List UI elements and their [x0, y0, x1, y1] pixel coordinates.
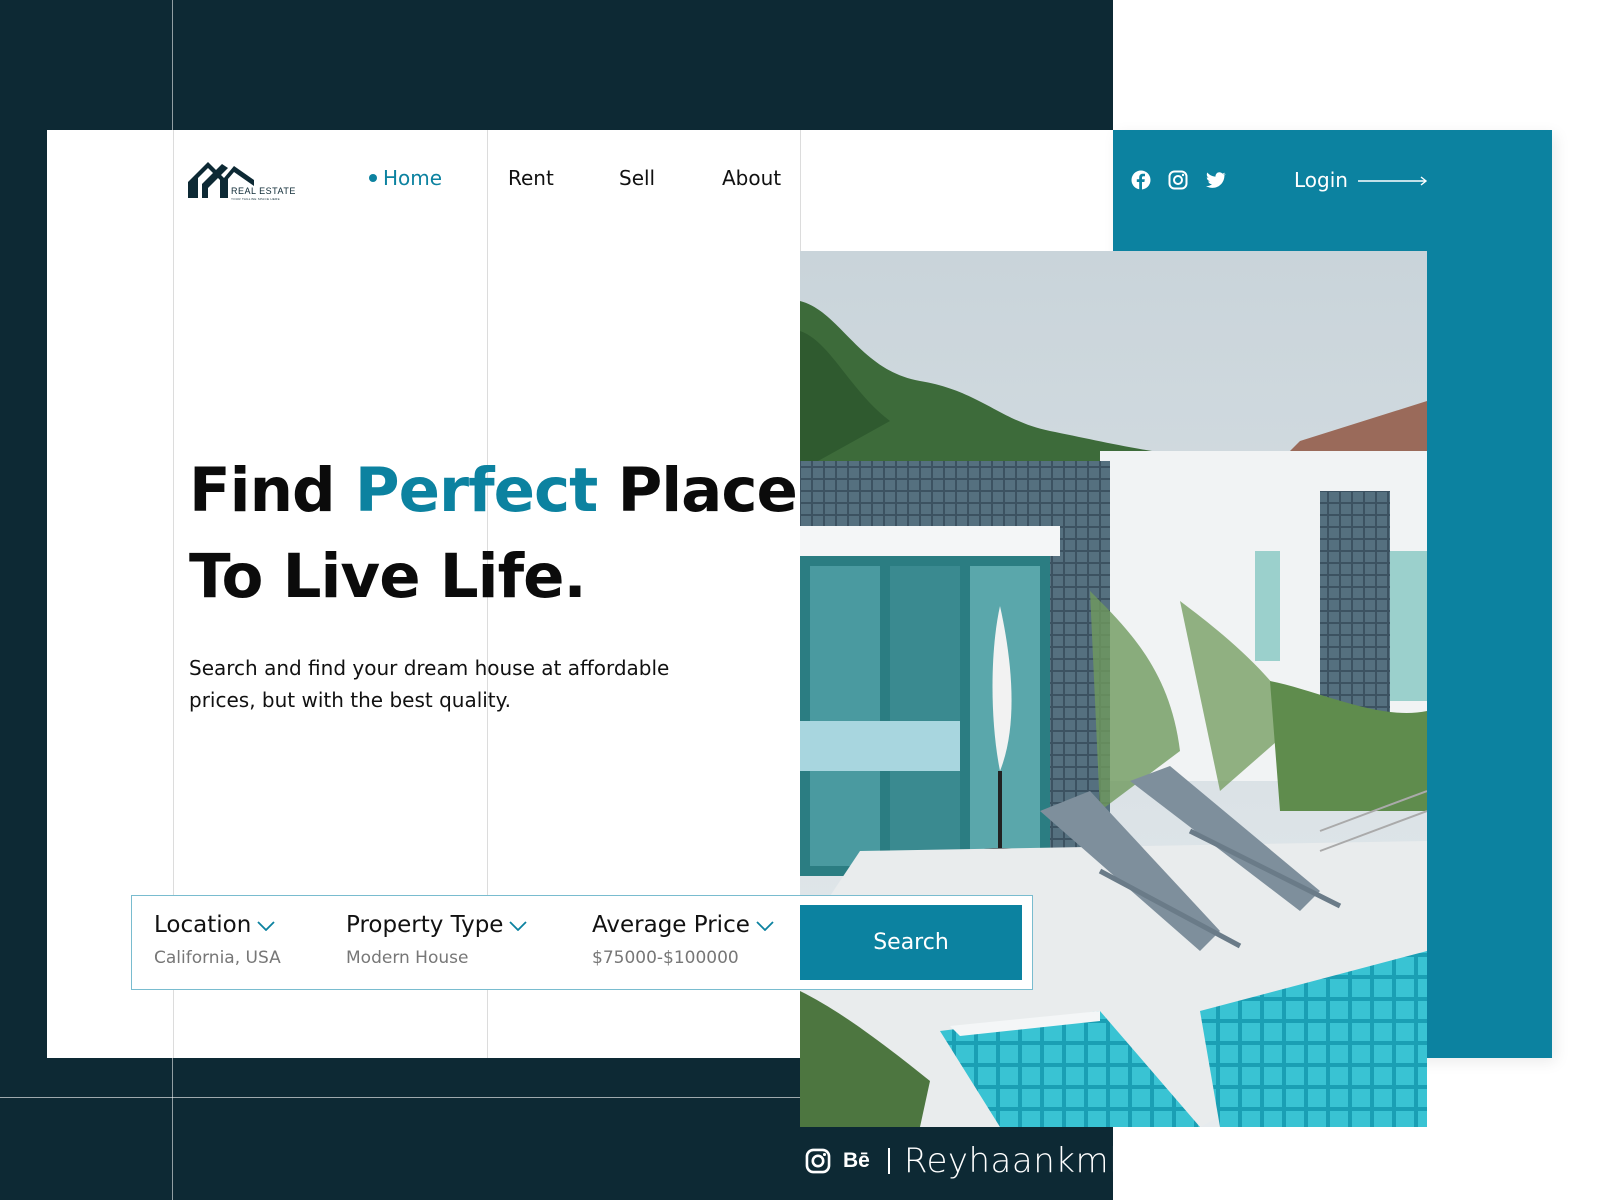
- instagram-icon[interactable]: [805, 1148, 831, 1174]
- nav-home[interactable]: Home: [369, 166, 442, 190]
- nav-about[interactable]: About: [722, 166, 781, 190]
- hero-title: Find Perfect Place To Live Life.: [189, 448, 798, 620]
- chevron-down-icon: [509, 920, 528, 931]
- property-type-dropdown[interactable]: Property Type Modern House: [346, 912, 528, 968]
- average-price-label: Average Price: [592, 912, 750, 938]
- nav-rent[interactable]: Rent: [508, 166, 554, 190]
- villa-pool-image: [800, 251, 1427, 1127]
- nav-home-label: Home: [383, 166, 443, 190]
- location-label: Location: [154, 912, 252, 938]
- average-price-value: $75000-$100000: [592, 948, 739, 968]
- hero-title-accent: Perfect: [354, 455, 598, 526]
- property-type-value: Modern House: [346, 948, 469, 968]
- behance-icon[interactable]: Bē: [843, 1149, 870, 1173]
- twitter-icon[interactable]: [1206, 170, 1226, 190]
- arrow-right-icon[interactable]: [1358, 176, 1428, 186]
- location-value: California, USA: [154, 948, 281, 968]
- location-dropdown[interactable]: Location California, USA: [154, 912, 281, 968]
- search-button[interactable]: Search: [800, 905, 1022, 980]
- credit-divider: [887, 1148, 890, 1174]
- designer-credit: Bē Reyhaankml: [805, 1141, 1119, 1181]
- hero-title-line2: To Live Life.: [189, 541, 587, 612]
- average-price-dropdown[interactable]: Average Price $75000-$100000: [592, 912, 774, 968]
- stage: REAL ESTATE YOUR TAGLINE SPACE HERE Home…: [0, 0, 1600, 1200]
- nav-sell[interactable]: Sell: [619, 166, 655, 190]
- house-photo: [800, 251, 1427, 1127]
- brand-name: REAL ESTATE: [231, 186, 296, 196]
- author-name: Reyhaankml: [903, 1141, 1120, 1181]
- hero-title-text: Find: [189, 455, 355, 526]
- instagram-icon[interactable]: [1168, 170, 1188, 190]
- active-dot-icon: [369, 173, 377, 182]
- hero-title-text: Place: [597, 455, 798, 526]
- chevron-down-icon: [756, 920, 774, 931]
- chevron-down-icon: [257, 920, 275, 931]
- hero-description: Search and find your dream house at affo…: [189, 656, 670, 712]
- property-type-label: Property Type: [346, 912, 504, 938]
- brand-tagline: YOUR TAGLINE SPACE HERE: [231, 197, 280, 201]
- login-link[interactable]: Login: [1294, 168, 1348, 192]
- facebook-icon[interactable]: [1131, 170, 1151, 190]
